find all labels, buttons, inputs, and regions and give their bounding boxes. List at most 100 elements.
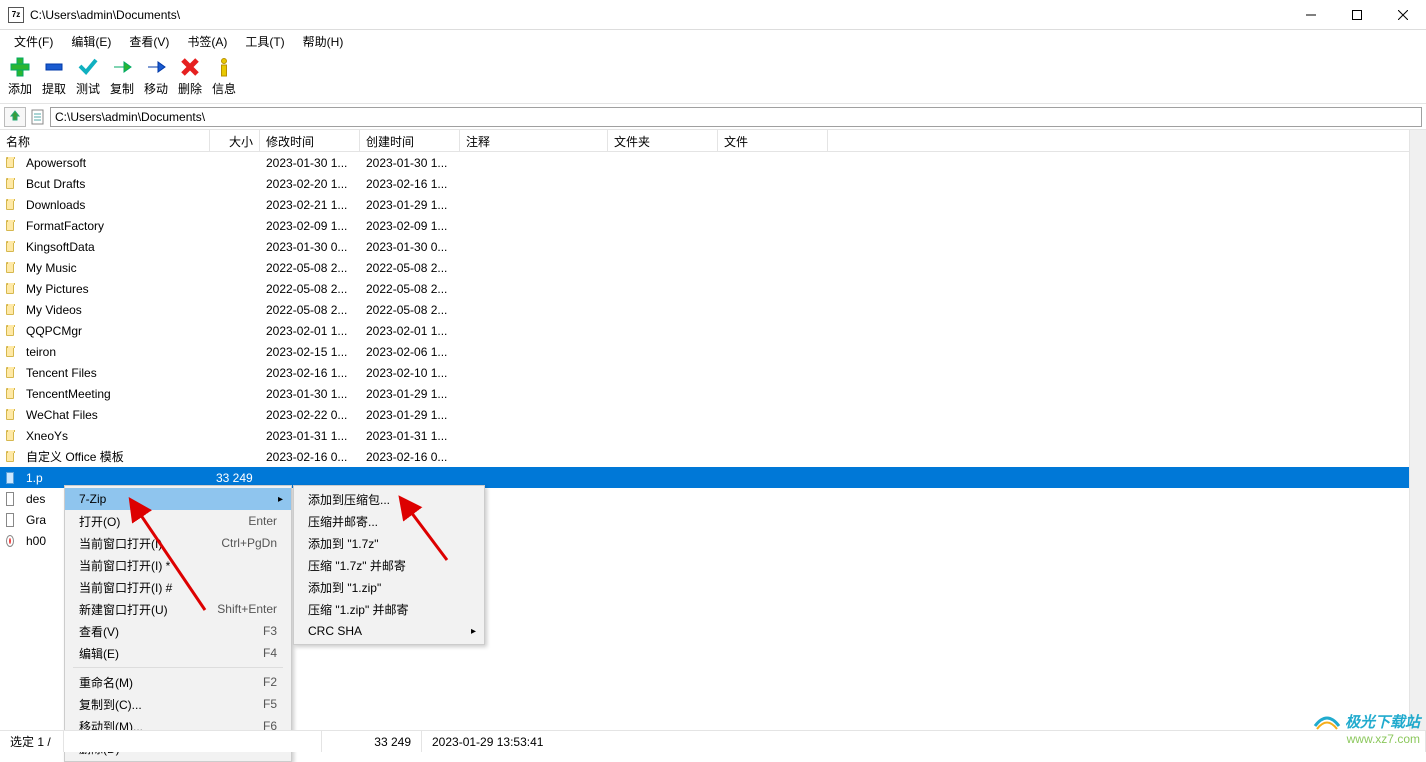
menu-edit[interactable]: 编辑(E) [63, 31, 119, 52]
cell-mtime: 2022-05-08 2... [260, 303, 360, 317]
list-header: 名称 大小 修改时间 创建时间 注释 文件夹 文件 [0, 130, 1426, 152]
menu-item[interactable]: 添加到 "1.zip" [294, 576, 484, 598]
list-row[interactable]: Tencent Files 2023-02-16 1...2023-02-10 1… [0, 362, 1426, 383]
cell-mtime: 2023-02-16 0... [260, 450, 360, 464]
cell-mtime: 2022-05-08 2... [260, 261, 360, 275]
menu-tools[interactable]: 工具(T) [237, 31, 292, 52]
menu-view[interactable]: 查看(V) [121, 31, 177, 52]
cell-mtime: 2023-02-16 1... [260, 366, 360, 380]
minimize-button[interactable] [1288, 0, 1334, 30]
menu-item[interactable]: 查看(V)F3 [65, 620, 291, 642]
cell-ctime: 2023-02-01 1... [360, 324, 460, 338]
maximize-button[interactable] [1334, 0, 1380, 30]
toolbar-move[interactable]: 移动 [142, 56, 170, 97]
menu-item[interactable]: 复制到(C)...F5 [65, 693, 291, 715]
folder-icon [6, 178, 14, 189]
menu-item-label: 压缩 "1.7z" 并邮寄 [308, 557, 406, 574]
folder-icon [6, 199, 14, 210]
menu-item-label: 添加到 "1.zip" [308, 579, 381, 596]
menu-item[interactable]: 7-Zip [65, 488, 291, 510]
menu-item-label: 编辑(E) [79, 645, 119, 662]
cell-name: Tencent Files [20, 366, 210, 380]
column-comment[interactable]: 注释 [460, 130, 608, 151]
status-selection: 选定 1 / [0, 731, 64, 752]
folder-icon [6, 325, 14, 336]
path-input[interactable] [50, 107, 1422, 127]
menu-item[interactable]: 添加到压缩包... [294, 488, 484, 510]
toolbar-info[interactable]: 信息 [210, 56, 238, 97]
cell-ctime: 2023-02-10 1... [360, 366, 460, 380]
menu-item-shortcut: F4 [263, 646, 277, 660]
list-row[interactable]: My Pictures2022-05-08 2...2022-05-08 2..… [0, 278, 1426, 299]
cell-name: My Pictures [20, 282, 210, 296]
window-title: C:\Users\admin\Documents\ [30, 8, 1288, 22]
toolbar-add[interactable]: 添加 [6, 56, 34, 97]
list-row[interactable]: teiron2023-02-15 1...2023-02-06 1... [0, 341, 1426, 362]
list-row[interactable]: XneoYs2023-01-31 1...2023-01-31 1... [0, 425, 1426, 446]
column-folders[interactable]: 文件夹 [608, 130, 718, 151]
list-row[interactable]: 自定义 Office 模板 2023-02-16 0...2023-02-16 0… [0, 446, 1426, 467]
cell-ctime: 2022-05-08 2... [360, 303, 460, 317]
menu-file[interactable]: 文件(F) [6, 31, 61, 52]
menu-bookmarks[interactable]: 书签(A) [179, 31, 235, 52]
menu-item[interactable]: 压缩并邮寄... [294, 510, 484, 532]
watermark: 极光下载站 www.xz7.com [1313, 711, 1420, 746]
app-icon: 7z [8, 7, 24, 23]
watermark-logo-icon [1313, 712, 1341, 732]
menu-item-label: 当前窗口打开(I) # [79, 579, 172, 596]
column-size[interactable]: 大小 [210, 130, 260, 151]
folder-icon [6, 262, 14, 273]
up-button[interactable] [4, 107, 26, 127]
menu-item[interactable]: CRC SHA [294, 620, 484, 642]
column-mtime[interactable]: 修改时间 [260, 130, 360, 151]
scrollbar-vertical[interactable] [1409, 130, 1426, 730]
window-controls [1288, 0, 1426, 30]
menu-help[interactable]: 帮助(H) [295, 31, 352, 52]
watermark-url: www.xz7.com [1347, 732, 1420, 746]
menu-item[interactable]: 压缩 "1.7z" 并邮寄 [294, 554, 484, 576]
cell-name: TencentMeeting [20, 387, 210, 401]
list-row[interactable]: Apowersoft2023-01-30 1...2023-01-30 1... [0, 152, 1426, 173]
menu-item[interactable]: 压缩 "1.zip" 并邮寄 [294, 598, 484, 620]
menu-item[interactable]: 打开(O)Enter [65, 510, 291, 532]
folder-icon [6, 304, 14, 315]
list-row[interactable]: QQPCMgr2023-02-01 1...2023-02-01 1... [0, 320, 1426, 341]
list-row[interactable]: Downloads2023-02-21 1...2023-01-29 1... [0, 194, 1426, 215]
cell-name: My Music [20, 261, 210, 275]
column-ctime[interactable]: 创建时间 [360, 130, 460, 151]
menu-item[interactable]: 当前窗口打开(I) # [65, 576, 291, 598]
cell-name: 自定义 Office 模板 [20, 448, 210, 465]
cell-ctime: 2022-05-08 2... [360, 261, 460, 275]
list-row[interactable]: My Videos2022-05-08 2...2022-05-08 2... [0, 299, 1426, 320]
menu-item[interactable]: 当前窗口打开(I) * [65, 554, 291, 576]
menu-item[interactable]: 当前窗口打开(I)Ctrl+PgDn [65, 532, 291, 554]
column-files[interactable]: 文件 [718, 130, 828, 151]
cell-ctime: 2023-02-09 1... [360, 219, 460, 233]
menu-item[interactable]: 新建窗口打开(U)Shift+Enter [65, 598, 291, 620]
menu-item[interactable]: 编辑(E) F4 [65, 642, 291, 664]
list-row[interactable]: FormatFactory2023-02-09 1...2023-02-09 1… [0, 215, 1426, 236]
list-row[interactable]: KingsoftData2023-01-30 0...2023-01-30 0.… [0, 236, 1426, 257]
list-row[interactable]: Bcut Drafts2023-02-20 1...2023-02-16 1..… [0, 173, 1426, 194]
cell-ctime: 2023-02-06 1... [360, 345, 460, 359]
list-row[interactable]: My Music 2022-05-08 2...2022-05-08 2... [0, 257, 1426, 278]
toolbar-copy[interactable]: 复制 [108, 56, 136, 97]
toolbar-test[interactable]: 测试 [74, 56, 102, 97]
menu-item-label: 当前窗口打开(I) [79, 535, 162, 552]
cell-ctime: 2023-02-16 1... [360, 177, 460, 191]
document-icon [30, 108, 46, 126]
toolbar-extract[interactable]: 提取 [40, 56, 68, 97]
list-row[interactable]: TencentMeeting2023-01-30 1...2023-01-29 … [0, 383, 1426, 404]
menu-item[interactable]: 重命名(M)F2 [65, 671, 291, 693]
cell-mtime: 2023-01-30 1... [260, 156, 360, 170]
toolbar-delete[interactable]: 删除 [176, 56, 204, 97]
folder-icon [6, 388, 14, 399]
cell-mtime: 2023-01-30 1... [260, 387, 360, 401]
menu-separator [73, 667, 283, 668]
list-row[interactable]: WeChat Files2023-02-22 0...2023-01-29 1.… [0, 404, 1426, 425]
menu-item-shortcut: F3 [263, 624, 277, 638]
cell-ctime: 2023-02-16 0... [360, 450, 460, 464]
column-name[interactable]: 名称 [0, 130, 210, 151]
menu-item[interactable]: 添加到 "1.7z" [294, 532, 484, 554]
close-button[interactable] [1380, 0, 1426, 30]
